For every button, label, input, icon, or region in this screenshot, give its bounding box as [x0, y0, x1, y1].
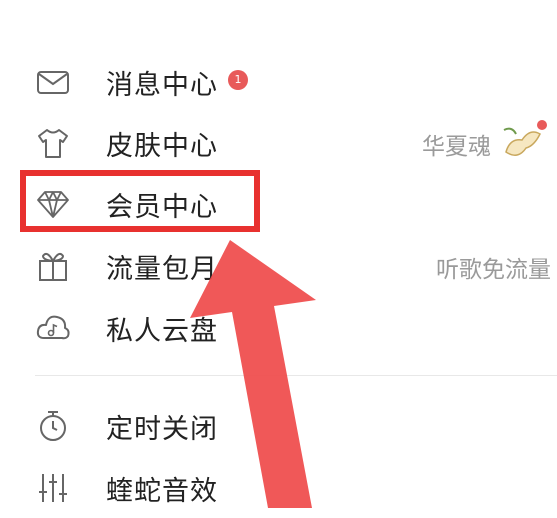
pointer-arrow: [190, 240, 316, 508]
